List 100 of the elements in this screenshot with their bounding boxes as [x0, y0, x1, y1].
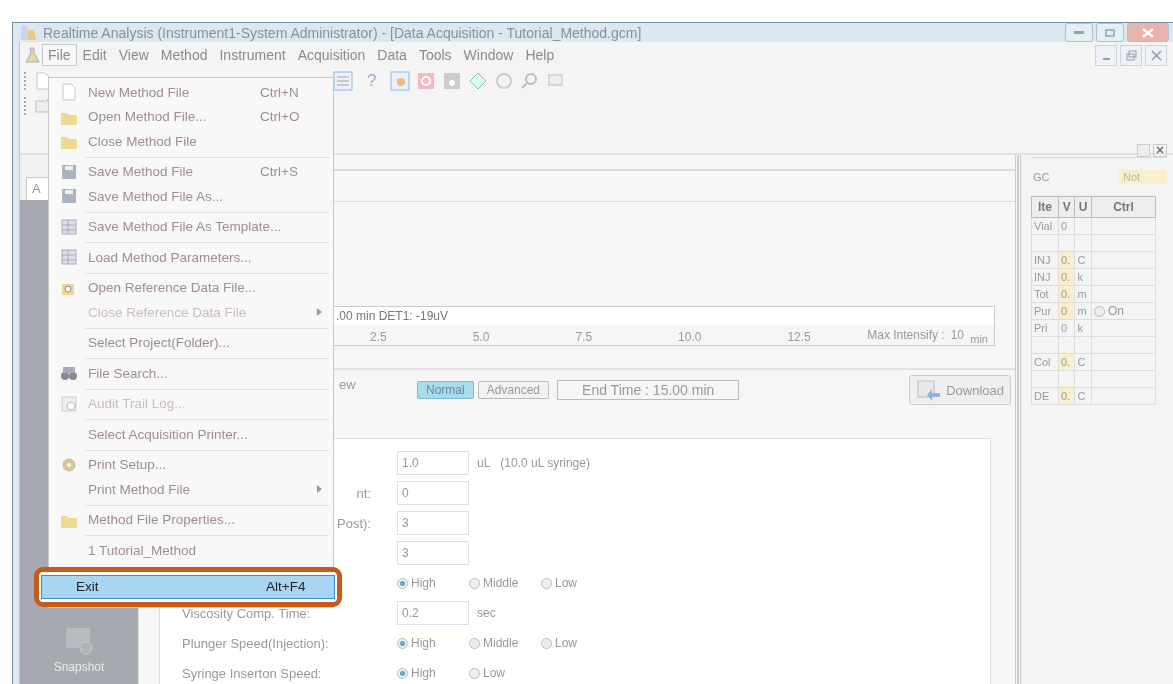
axis-tick-label: 2.5 [370, 329, 387, 345]
menu-item[interactable]: Close Method File [53, 129, 329, 154]
minimize-button[interactable] [1065, 23, 1093, 42]
radio-option[interactable]: High [397, 666, 449, 680]
close-icon [1156, 145, 1164, 154]
table-cell: C [1074, 251, 1092, 269]
record-icon[interactable] [416, 70, 437, 91]
menu-item[interactable]: Save Method File Ctrl+S [53, 159, 329, 184]
restore-icon [1125, 49, 1137, 61]
table-cell: 0 [1058, 302, 1075, 320]
radio-option[interactable]: High [397, 636, 449, 650]
axis-value: 10 [950, 328, 964, 342]
list-icon[interactable] [333, 70, 353, 91]
view-label: ew [339, 376, 357, 392]
close-button[interactable] [1145, 44, 1167, 66]
radio-option[interactable]: Low [469, 666, 521, 680]
menu-item[interactable]: Help [519, 44, 561, 66]
radio-option[interactable]: Low [541, 576, 593, 590]
window-title: Realtime Analysis (Instrument1-System Administrator) - [Data Acquisition - Tutorial_Method.gcm] [43, 24, 643, 41]
menu-item[interactable]: View [112, 44, 155, 66]
maximize-icon [1105, 28, 1115, 37]
table-cell: C [1074, 353, 1092, 371]
value-field[interactable]: 0.2 [397, 601, 469, 625]
diamond-icon[interactable] [468, 70, 489, 91]
menu-item[interactable]: Instrument [213, 44, 292, 66]
minimize-icon [1074, 30, 1084, 35]
menu-item[interactable]: Method [154, 44, 214, 66]
menu-item[interactable]: Print Method File [53, 477, 329, 502]
minimize-button[interactable] [1095, 44, 1117, 66]
menu-item[interactable]: Edit [76, 44, 113, 66]
value-field[interactable]: 3 [397, 541, 469, 565]
flask-icon [24, 46, 42, 64]
mode-button[interactable]: Advanced [477, 381, 550, 399]
menu-item[interactable]: File [42, 44, 77, 66]
radio-button[interactable] [397, 577, 408, 589]
monitor-label: GC [1033, 171, 1050, 183]
restore-button[interactable] [1120, 44, 1142, 66]
note-text: (10.0 uL syringe) [500, 456, 590, 470]
radio-button[interactable] [397, 637, 408, 649]
table-cell: DE [1031, 387, 1059, 405]
document-icon[interactable] [35, 71, 51, 90]
menu-item[interactable]: Tools [412, 44, 458, 66]
table-cell: Tot [1031, 285, 1059, 303]
parameter-label: Viscosity Comp. Time: [182, 605, 312, 621]
help-button[interactable]: ? [359, 70, 385, 91]
close-icon [1150, 49, 1162, 61]
menu-item[interactable]: Acquisition [291, 44, 372, 66]
radio-option[interactable]: Low [541, 636, 593, 650]
menu-item[interactable]: Save Method File As... [53, 184, 329, 209]
radio-button[interactable] [397, 667, 408, 679]
clock-icon [60, 394, 78, 413]
menu-item[interactable]: Exit Alt+F4 [41, 574, 335, 599]
menu-item[interactable]: Open Reference Data File... [53, 275, 329, 300]
axis-tick-label: 7.5 [575, 329, 593, 345]
menu-item[interactable]: Data [371, 44, 413, 66]
stop-icon[interactable] [442, 70, 463, 91]
table-cell: INJ [1031, 268, 1059, 286]
menu-item[interactable]: Print Setup... [53, 452, 329, 477]
unit-label: sec [477, 606, 496, 620]
radio-button[interactable] [541, 577, 552, 589]
table-cell: m [1074, 302, 1092, 320]
menu-item[interactable]: Select Acquisition Printer... [53, 422, 329, 447]
sidebar-item[interactable]: Snapshot [53, 626, 105, 674]
value-field[interactable]: 0 [397, 481, 469, 505]
menu-item[interactable]: 1 Tutorial_Method [53, 538, 329, 563]
table-cell: 0 [1058, 319, 1075, 337]
download-button[interactable]: Download [909, 375, 1011, 405]
radio-option[interactable]: Middle [469, 636, 521, 650]
table-cell: k [1074, 268, 1092, 286]
chromatogram-status: .00 min DET1: -19uV [335, 308, 450, 325]
radio-button[interactable] [469, 577, 480, 589]
menu-item[interactable]: Save Method File As Template... [53, 214, 329, 239]
parameter-label: Plunger Speed(Injection): [182, 635, 330, 651]
table-cell: Pur [1031, 302, 1059, 320]
radio-option[interactable]: Middle [469, 576, 521, 590]
menu-item[interactable]: Open Method File... Ctrl+O [53, 104, 329, 129]
menu-item[interactable]: Select Project(Folder)... [53, 330, 329, 355]
menu-item[interactable]: Method File Properties... [53, 507, 329, 532]
menu-item[interactable]: Window [457, 44, 520, 66]
table-icon [60, 217, 78, 236]
radio-option[interactable]: High [397, 576, 449, 590]
table-cell: k [1074, 319, 1092, 337]
menu-item[interactable]: Load Method Parameters... [53, 245, 329, 270]
axis-label: Max Intensify : [867, 328, 945, 342]
axis-unit: min [970, 333, 988, 345]
value-field[interactable]: 1.0 [397, 451, 469, 475]
radio-button[interactable] [469, 637, 480, 649]
parameter-label: Syringe Inserton Speed: [182, 665, 323, 681]
menu-item[interactable]: New Method File Ctrl+N [53, 80, 329, 105]
radio-button[interactable] [1093, 305, 1105, 317]
value-field[interactable]: 3 [397, 511, 469, 535]
radio-button[interactable] [469, 667, 480, 679]
radio-button[interactable] [541, 637, 552, 649]
table-cell: Pri [1031, 319, 1059, 337]
column-header: Ctrl [1091, 196, 1156, 218]
target-icon[interactable] [494, 70, 515, 91]
maximize-button[interactable] [1096, 23, 1124, 42]
close-button[interactable] [1153, 143, 1167, 157]
mode-button[interactable]: Normal [417, 381, 474, 399]
menu-item[interactable]: File Search... [53, 361, 329, 386]
